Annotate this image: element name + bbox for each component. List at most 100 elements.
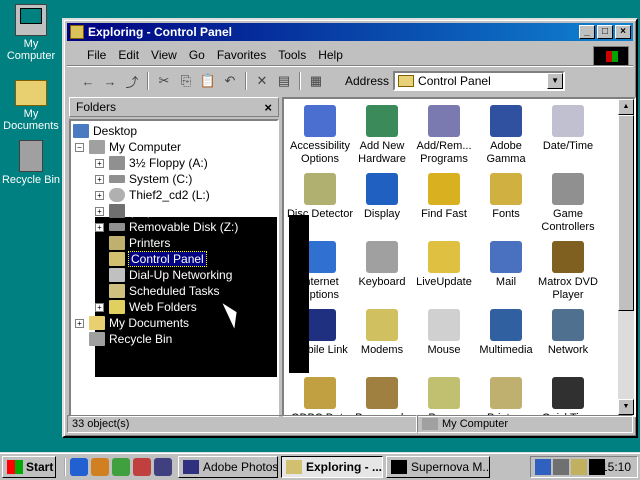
volume-icon[interactable] [553,459,569,475]
start-button[interactable]: Start [2,455,56,478]
scroll-thumb[interactable] [618,115,634,311]
applet-icon [490,241,522,273]
desktop-icon-my-computer[interactable]: My Computer [0,4,62,62]
tree-item-recycle-bin[interactable]: Recycle Bin [89,331,172,347]
outlook-icon[interactable] [91,457,109,476]
views-button[interactable]: ▦ [305,71,327,91]
tree-item-web-folders[interactable]: + Web Folders [95,299,197,315]
desktop-icon-my-documents[interactable]: My Documents [0,74,62,132]
control-panel-item[interactable]: Fonts [472,173,540,221]
delete-button[interactable]: ✕ [251,71,273,91]
tree-item-printers[interactable]: Printers [109,235,170,251]
control-panel-item[interactable]: Display [348,173,416,221]
tree-item-my-computer[interactable]: − My Computer [75,139,181,155]
menu-help[interactable]: Help [312,48,349,62]
scroll-up-button[interactable]: ▲ [618,99,634,115]
menu-favorites[interactable]: Favorites [211,48,272,62]
scroll-down-button[interactable]: ▼ [618,399,634,415]
applet-label: Mail [495,276,517,288]
paste-button[interactable]: 📋 [197,71,219,91]
control-panel-item[interactable]: Game Controllers [534,173,602,234]
clock[interactable]: 15:10 [601,460,631,474]
control-panel-item[interactable]: Add New Hardware [348,105,416,166]
control-panel-item[interactable]: Printers [472,377,540,415]
applet-icon [428,173,460,205]
undo-button[interactable]: ↶ [219,71,241,91]
control-panel-item[interactable]: Matrox DVD Player [534,241,602,302]
control-panel-item[interactable]: Network [534,309,602,357]
desktop-icon [73,124,89,138]
copy-button[interactable]: ⎘ [175,71,197,91]
control-panel-item[interactable]: Adobe Gamma [472,105,540,166]
task-label: Adobe Photos... [203,459,278,474]
task-photoshop[interactable]: Adobe Photos... [178,455,278,478]
task-supernova[interactable]: Supernova M... [386,455,490,478]
tree-item-dialup[interactable]: Dial-Up Networking [109,267,232,283]
control-panel-item[interactable]: Keyboard [348,241,416,289]
show-desktop-icon[interactable] [133,457,151,476]
menu-go[interactable]: Go [183,48,211,62]
tree-item-my-documents[interactable]: + My Documents [75,315,189,331]
msn-icon[interactable] [154,457,172,476]
control-panel-item[interactable]: Disc Detector [286,173,354,221]
title-bar[interactable]: Exploring - Control Panel _ □ × [67,23,633,41]
internet-explorer-icon[interactable] [70,457,88,476]
control-panel-item[interactable]: Modems [348,309,416,357]
control-panel-item[interactable]: Date/Time [534,105,602,153]
expand-icon[interactable]: + [95,174,104,184]
control-panel-icon [109,252,125,266]
tree-item-w[interactable]: + (W:) [95,203,151,219]
expand-icon[interactable]: + [95,206,104,216]
control-panel-item[interactable]: Accessibility Options [286,105,354,166]
forward-button[interactable]: → [99,71,121,91]
floppy-drive-icon [109,156,125,170]
control-panel-item[interactable]: Power [410,377,478,415]
control-panel-item[interactable]: Mouse [410,309,478,357]
applet-label: Add New Hardware [358,140,406,165]
minimize-button[interactable]: _ [579,25,595,39]
applet-label: Modems [360,344,404,356]
collapse-icon[interactable]: − [75,142,84,152]
task-exploring[interactable]: Exploring - ... [281,455,383,478]
back-button[interactable]: ← [77,71,99,91]
expand-icon[interactable]: + [95,302,104,312]
tray-app-icon[interactable] [535,459,551,475]
expand-icon[interactable]: + [75,318,84,328]
channels-icon[interactable] [112,457,130,476]
tree-item-desktop[interactable]: Desktop [73,123,137,139]
desktop-icon-recycle-bin[interactable]: Recycle Bin [0,140,62,186]
address-field[interactable]: Control Panel ▼ [393,71,566,91]
up-button[interactable]: ⤴ [121,71,143,91]
tree-item-floppy[interactable]: + 3½ Floppy (A:) [95,155,208,171]
control-panel-item[interactable]: Add/Rem... Programs [410,105,478,166]
scheduler-icon[interactable] [571,459,587,475]
folder-icon [15,80,47,106]
tree-item-control-panel[interactable]: Control Panel [109,251,207,267]
control-panel-item[interactable]: Passwords [348,377,416,415]
close-folders-button[interactable]: × [264,100,272,115]
expand-icon[interactable]: + [95,158,104,168]
cut-button[interactable]: ✂ [153,71,175,91]
control-panel-item[interactable]: Multimedia [472,309,540,357]
tree-item-removable-z[interactable]: + Removable Disk (Z:) [95,219,238,235]
computer-icon [89,140,105,154]
control-panel-item[interactable]: Mail [472,241,540,289]
tree-item-cd-l[interactable]: + Thief2_cd2 (L:) [95,187,210,203]
tree-item-scheduled-tasks[interactable]: Scheduled Tasks [109,283,220,299]
control-panel-item[interactable]: Find Fast [410,173,478,221]
menu-tools[interactable]: Tools [272,48,312,62]
control-panel-item[interactable]: LiveUpdate [410,241,478,289]
vertical-scrollbar[interactable]: ▲ ▼ [618,99,634,415]
menu-edit[interactable]: Edit [112,48,145,62]
expand-icon[interactable]: + [95,190,104,200]
address-dropdown-button[interactable]: ▼ [547,73,564,89]
menu-view[interactable]: View [145,48,183,62]
properties-button[interactable]: ▤ [273,71,295,91]
maximize-button[interactable]: □ [597,25,613,39]
control-panel-item[interactable]: ODBC Data [286,377,354,415]
tree-item-system-c[interactable]: + System (C:) [95,171,192,187]
expand-icon[interactable]: + [95,222,104,232]
menu-file[interactable]: File [81,48,112,62]
control-panel-item[interactable]: QuickTime [534,377,602,415]
close-button[interactable]: × [615,25,631,39]
